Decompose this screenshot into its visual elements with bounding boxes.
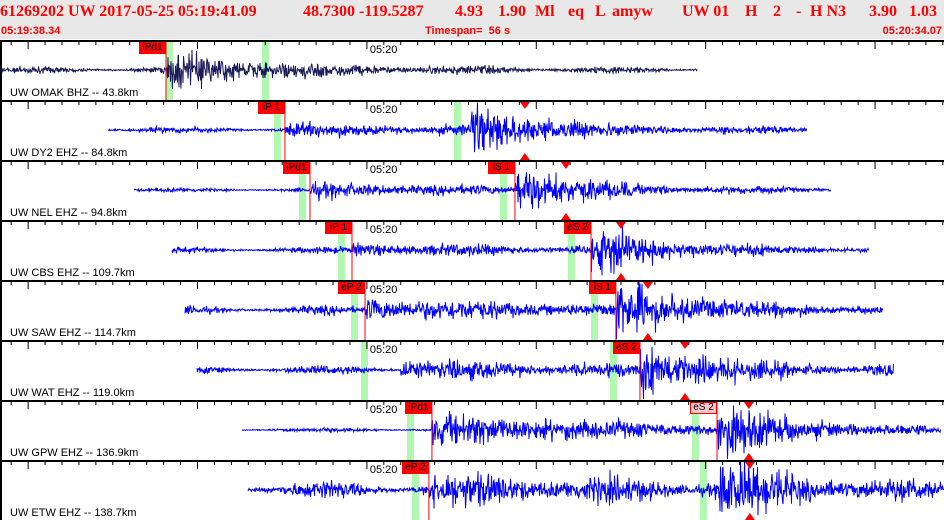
phase-pick-label[interactable]: eS 2	[690, 402, 718, 414]
event-title-field: H	[745, 3, 758, 20]
peak-marker-icon	[560, 162, 571, 169]
peak-marker-icon	[680, 393, 691, 400]
minute-label: 05:20	[369, 344, 398, 356]
station-label: UW NEL EHZ -- 94.8km	[10, 207, 127, 219]
trace-panel[interactable]: 05:20 eP 2 iS 1 UW SAW EHZ -- 114.7km	[0, 280, 944, 340]
trace-canvas	[0, 460, 944, 520]
event-title-field: -	[796, 3, 802, 20]
peak-marker-icon	[743, 453, 754, 460]
end-time: 05:20:34.07	[882, 25, 942, 37]
station-label: UW WAT EHZ -- 119.0km	[10, 387, 135, 399]
phase-pick-label[interactable]: iPd1	[139, 42, 166, 54]
event-title-field: 48.7300 -119.5287	[303, 3, 424, 20]
event-title-field: H N3	[810, 3, 846, 20]
event-title-field: 4.93	[455, 3, 483, 20]
event-title-field: UW 01	[682, 3, 730, 20]
station-label: UW SAW EHZ -- 114.7km	[10, 327, 136, 339]
trace-canvas	[0, 160, 944, 220]
phase-pick-label[interactable]: iS 1	[487, 162, 515, 174]
minute-label: 05:20	[369, 404, 398, 416]
phase-pick-label[interactable]: eP 2	[338, 282, 366, 294]
peak-marker-icon	[519, 153, 530, 160]
phase-pick-label[interactable]: iPd1	[282, 162, 310, 174]
trace-canvas	[0, 340, 944, 400]
event-title-field: 1.90	[498, 3, 526, 20]
minute-label: 05:20	[369, 164, 398, 176]
panel-left-edge	[0, 100, 2, 160]
panel-left-edge	[0, 160, 2, 220]
station-label: UW OMAK BHZ -- 43.8km	[10, 87, 139, 99]
event-title-field: L	[595, 3, 606, 20]
trace-panel[interactable]: 05:20 iP 1 eS 2 UW CBS EHZ -- 109.7km	[0, 220, 944, 280]
trace-canvas	[0, 280, 944, 340]
panel-border	[0, 220, 944, 222]
seismogram-trace	[247, 460, 944, 516]
minute-label: 05:20	[369, 284, 398, 296]
panel-border	[0, 340, 944, 342]
phase-pick-label[interactable]: eP 2	[401, 462, 429, 474]
peak-marker-icon	[743, 402, 754, 409]
event-title-field: eq	[568, 3, 584, 20]
panel-left-edge	[0, 340, 2, 400]
panel-border	[0, 460, 944, 462]
peak-marker-icon	[615, 273, 626, 280]
seismogram-trace	[242, 405, 941, 460]
event-title-field: 3.90	[869, 3, 897, 20]
waveform-panel-stack[interactable]: 05:20 iPd1 UW OMAK BHZ -- 43.8km 05:20 iP 1 U…	[0, 39, 944, 520]
peak-marker-icon	[519, 102, 530, 109]
event-title-field: 1.03	[909, 3, 937, 20]
event-title-field: amyw	[612, 3, 653, 20]
panel-left-edge	[0, 460, 2, 520]
peak-marker-icon	[642, 333, 653, 340]
panel-border	[0, 400, 944, 402]
trace-panel[interactable]: 05:20 iPd1 UW OMAK BHZ -- 43.8km	[0, 40, 944, 100]
panel-left-edge	[0, 280, 2, 340]
event-title-field: 2	[773, 3, 781, 20]
trace-canvas	[0, 100, 944, 160]
phase-pick-label[interactable]: iPd1	[404, 402, 432, 414]
minute-label: 05:20	[369, 44, 398, 56]
event-title-field: Ml	[535, 3, 555, 20]
station-label: UW GPW EHZ -- 136.9km	[10, 447, 139, 459]
panel-border	[0, 100, 944, 102]
seismogram-trace	[196, 346, 894, 400]
phase-pick-label[interactable]: eS 2	[612, 342, 640, 354]
phase-pick-label[interactable]: iS 1	[588, 282, 616, 294]
trace-canvas	[0, 400, 944, 460]
trace-panel[interactable]: 05:20 eP 2 UW ETW EHZ -- 138.7km	[0, 460, 944, 520]
panel-border	[0, 280, 944, 282]
timespan-label: Timespan= 56 s	[425, 25, 511, 37]
seismogram-trace	[184, 280, 883, 340]
trace-panel[interactable]: 05:20 eS 2 UW WAT EHZ -- 119.0km	[0, 340, 944, 400]
seismogram-trace	[171, 226, 869, 276]
phase-pick-label[interactable]: iP 1	[324, 222, 352, 234]
station-label: UW CBS EHZ -- 109.7km	[10, 267, 135, 279]
phase-pick-label[interactable]: iP 1	[257, 102, 285, 114]
minute-label: 05:20	[369, 104, 398, 116]
phase-pick-label[interactable]: eS 2	[563, 222, 591, 234]
peak-marker-icon	[680, 342, 691, 349]
peak-marker-icon	[615, 222, 626, 229]
event-info-header: 61269202 UW 2017-05-25 05:19:41.09 48.730…	[0, 0, 944, 39]
station-label: UW DY2 EHZ -- 84.8km	[10, 147, 128, 159]
seismogram-trace	[0, 49, 698, 90]
peak-marker-icon	[744, 513, 755, 520]
trace-panel[interactable]: 05:20 iP 1 UW DY2 EHZ -- 84.8km	[0, 100, 944, 160]
panel-left-edge	[0, 40, 2, 100]
peak-marker-icon	[560, 213, 571, 220]
minute-label: 05:20	[369, 464, 398, 476]
trace-canvas	[0, 220, 944, 280]
panel-left-edge	[0, 400, 2, 460]
trace-panel[interactable]: 05:20 iPd1 eS 2 UW GPW EHZ -- 136.9km	[0, 400, 944, 460]
seismogram-trace	[133, 172, 831, 209]
station-label: UW ETW EHZ -- 138.7km	[10, 507, 137, 519]
panel-border	[0, 160, 944, 162]
start-time: 05:19:38.34	[1, 25, 61, 37]
peak-marker-icon	[642, 282, 653, 289]
trace-panel[interactable]: 05:20 iPd1 iS 1 UW NEL EHZ -- 94.8km	[0, 160, 944, 220]
minute-label: 05:20	[369, 224, 398, 236]
panel-left-edge	[0, 220, 2, 280]
event-title-field: 61269202 UW 2017-05-25 05:19:41.09	[0, 3, 257, 20]
